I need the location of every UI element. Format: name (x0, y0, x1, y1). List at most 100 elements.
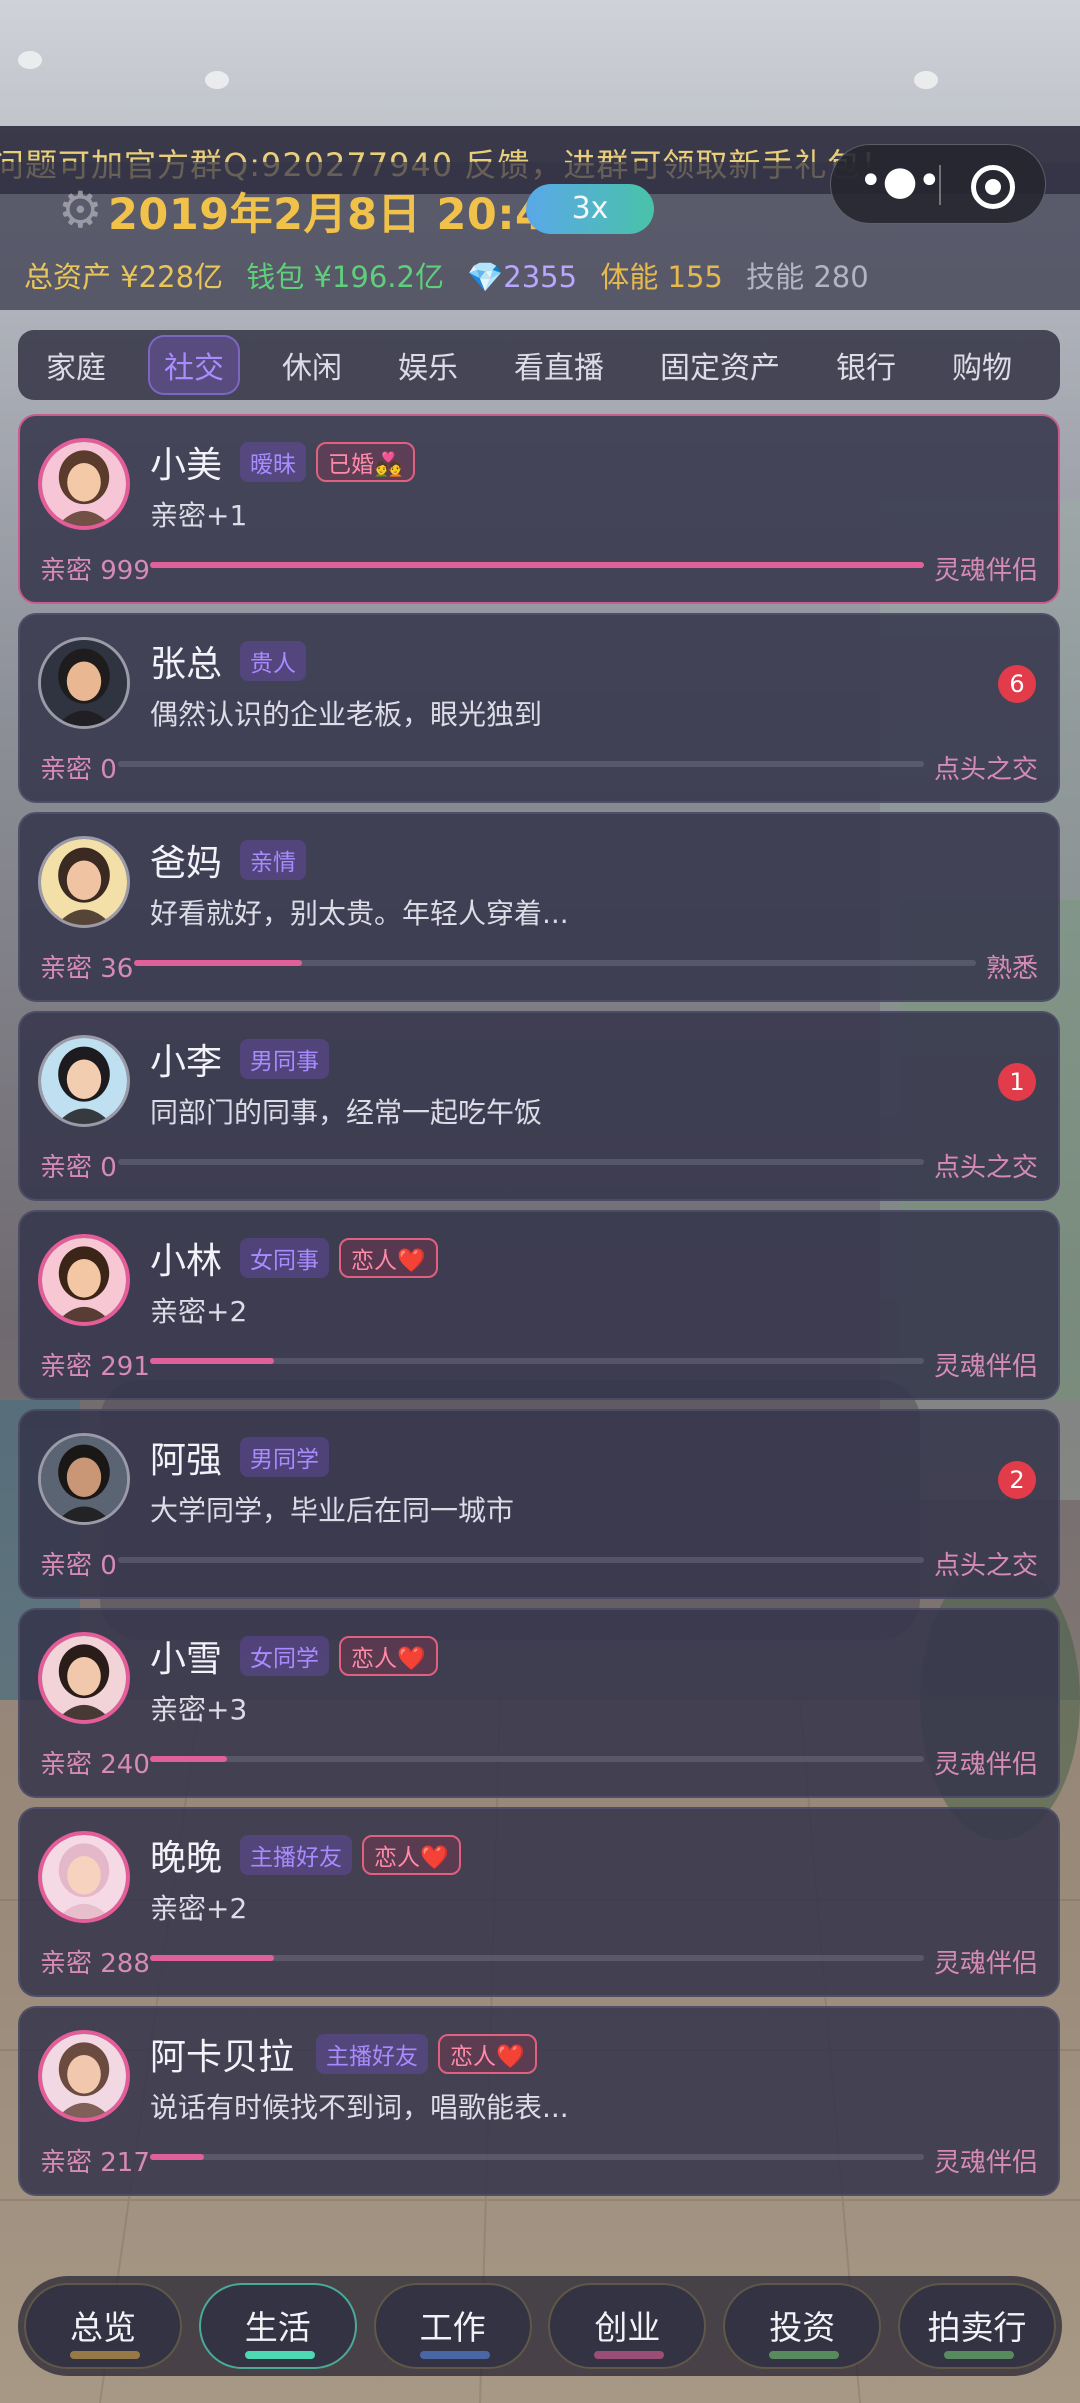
game-date: 2019年2月8日 20:42 (108, 190, 576, 240)
intimacy-progress-fill (150, 562, 924, 568)
intimacy-progress-bar (150, 562, 924, 568)
intimacy-value: 亲密 999 (40, 556, 150, 586)
tab-1[interactable]: 社交 (148, 335, 240, 395)
love-status-tag: 已婚💑 (316, 442, 415, 482)
intimacy-progress-bar (134, 960, 976, 966)
avatar[interactable] (38, 1234, 130, 1326)
nav-glow (419, 2351, 490, 2359)
relation-tag: 女同事 (240, 1238, 329, 1278)
avatar[interactable] (38, 438, 130, 530)
close-target-icon[interactable] (971, 165, 1015, 209)
contact-description: 亲密+3 (150, 1693, 248, 1726)
relationship-level: 灵魂伴侣 (933, 556, 1038, 586)
contact-name: 张总 (150, 644, 223, 685)
tab-3[interactable]: 娱乐 (384, 337, 472, 393)
relation-tag: 主播好友 (316, 2034, 428, 2074)
intimacy-progress-bar (150, 1756, 924, 1762)
tag-group: 女同学 恋人❤️ (240, 1636, 438, 1676)
capsule-divider (939, 165, 941, 205)
intimacy-progress-bar (118, 1557, 924, 1563)
total-assets: 总资产 ¥228亿 (24, 260, 224, 294)
contact-description: 亲密+2 (150, 1295, 248, 1328)
intimacy-value: 亲密 291 (40, 1352, 150, 1382)
nav-4[interactable]: 投资 (723, 2283, 882, 2369)
diamond-count: 💎2355 (467, 260, 578, 294)
relationship-level: 熟悉 (985, 954, 1038, 984)
intimacy-progress-fill (150, 2154, 205, 2160)
nav-glow (244, 2351, 315, 2359)
notification-badge: 6 (998, 665, 1036, 703)
love-status-tag: 恋人❤️ (362, 1835, 461, 1875)
nav-5[interactable]: 拍卖行 (897, 2283, 1056, 2369)
intimacy-value: 亲密 36 (40, 954, 134, 984)
contact-card[interactable]: 张总 贵人 偶然认识的企业老板，眼光独到 亲密 0 点头之交 6 (18, 613, 1060, 803)
relationship-level: 灵魂伴侣 (933, 1352, 1038, 1382)
avatar[interactable] (38, 1831, 130, 1923)
gear-icon[interactable]: ⚙ (58, 184, 110, 236)
bottom-navigation: 总览 生活 工作 创业 投资 拍卖行 (18, 2276, 1062, 2376)
contact-name: 小美 (150, 445, 223, 486)
tag-group: 男同学 (240, 1437, 329, 1477)
intimacy-value: 亲密 0 (40, 1551, 117, 1581)
intimacy-value: 亲密 240 (40, 1750, 150, 1780)
tag-group: 贵人 (240, 641, 306, 681)
intimacy-progress-bar (118, 1159, 924, 1165)
contact-list: 小美 暧昧 已婚💑 亲密+1 亲密 999 灵魂伴侣 张总 贵人 偶然认识的企业老板，眼光独到亲… (18, 414, 1060, 2205)
nav-glow (70, 2351, 140, 2359)
stats-row: 总资产 ¥228亿 钱包 ¥196.2亿 💎2355 体能 155 技能 280 (24, 254, 883, 296)
contact-card[interactable]: 小李 男同事 同部门的同事，经常一起吃午饭 亲密 0 点头之交 1 (18, 1011, 1060, 1201)
tab-7[interactable]: 购物 (938, 337, 1026, 393)
tag-group: 暧昧 已婚💑 (240, 442, 415, 482)
contact-name: 小李 (150, 1042, 223, 1083)
contact-card[interactable]: 阿卡贝拉 主播好友 恋人❤️ 说话有时候找不到词，唱歌能表... 亲密 217 灵魂伴侣 (18, 2006, 1060, 2196)
contact-name: 爸妈 (150, 843, 223, 884)
contact-card[interactable]: 小林 女同事 恋人❤️ 亲密+2 亲密 291 灵魂伴侣 (18, 1210, 1060, 1400)
more-icon[interactable]: •●• (859, 159, 941, 211)
contact-card[interactable]: 晚晚 主播好友 恋人❤️ 亲密+2 亲密 288 灵魂伴侣 (18, 1807, 1060, 1997)
nav-2[interactable]: 工作 (373, 2283, 532, 2369)
relation-tag: 男同事 (240, 1039, 329, 1079)
contact-description: 说话有时候找不到词，唱歌能表... (150, 2091, 569, 2124)
tab-6[interactable]: 银行 (822, 337, 910, 393)
tab-5[interactable]: 固定资产 (646, 337, 794, 393)
intimacy-value: 亲密 0 (40, 1153, 117, 1183)
contact-card[interactable]: 爸妈 亲情好看就好，别太贵。年轻人穿着... 亲密 36 熟悉 (18, 812, 1060, 1002)
tab-2[interactable]: 休闲 (268, 337, 356, 393)
contact-description: 亲密+1 (150, 499, 248, 532)
relationship-level: 点头之交 (933, 1153, 1038, 1183)
tag-group: 亲情 (240, 840, 306, 880)
avatar[interactable] (38, 1433, 130, 1525)
contact-name: 阿卡贝拉 (150, 2037, 295, 2078)
nav-glow (769, 2351, 840, 2359)
category-tabs: 家庭 社交 休闲 娱乐 看直播 固定资产 银行 购物 (18, 330, 1060, 400)
intimacy-progress-bar (150, 1358, 924, 1364)
contact-name: 阿强 (150, 1440, 223, 1481)
avatar[interactable] (38, 1035, 130, 1127)
contact-card[interactable]: 阿强 男同学 大学同学，毕业后在同一城市 亲密 0 点头之交 2 (18, 1409, 1060, 1599)
avatar[interactable] (38, 1632, 130, 1724)
intimacy-value: 亲密 0 (40, 755, 117, 785)
intimacy-progress-bar (118, 761, 924, 767)
contact-card[interactable]: 小美 暧昧 已婚💑 亲密+1 亲密 999 灵魂伴侣 (18, 414, 1060, 604)
tab-4[interactable]: 看直播 (500, 337, 618, 393)
tab-0[interactable]: 家庭 (32, 337, 120, 393)
contact-description: 大学同学，毕业后在同一城市 (150, 1494, 515, 1527)
contact-description: 好看就好，别太贵。年轻人穿着... (150, 897, 569, 930)
intimacy-progress-fill (150, 1955, 274, 1961)
contact-name: 小林 (150, 1241, 223, 1282)
speed-button[interactable]: 3x (526, 184, 654, 234)
intimacy-value: 亲密 217 (40, 2148, 150, 2178)
relationship-level: 灵魂伴侣 (933, 1949, 1038, 1979)
intimacy-progress-bar (150, 1955, 924, 1961)
avatar[interactable] (38, 637, 130, 729)
contact-card[interactable]: 小雪 女同学 恋人❤️ 亲密+3 亲密 240 灵魂伴侣 (18, 1608, 1060, 1798)
avatar[interactable] (38, 836, 130, 928)
nav-3[interactable]: 创业 (548, 2283, 707, 2369)
intimacy-value: 亲密 288 (40, 1949, 150, 1979)
avatar[interactable] (38, 2030, 130, 2122)
relationship-level: 灵魂伴侣 (933, 1750, 1038, 1780)
relation-tag: 女同学 (240, 1636, 329, 1676)
nav-1[interactable]: 生活 (198, 2283, 357, 2369)
nav-0[interactable]: 总览 (24, 2283, 182, 2369)
wallet-balance: 钱包 ¥196.2亿 (246, 260, 444, 294)
